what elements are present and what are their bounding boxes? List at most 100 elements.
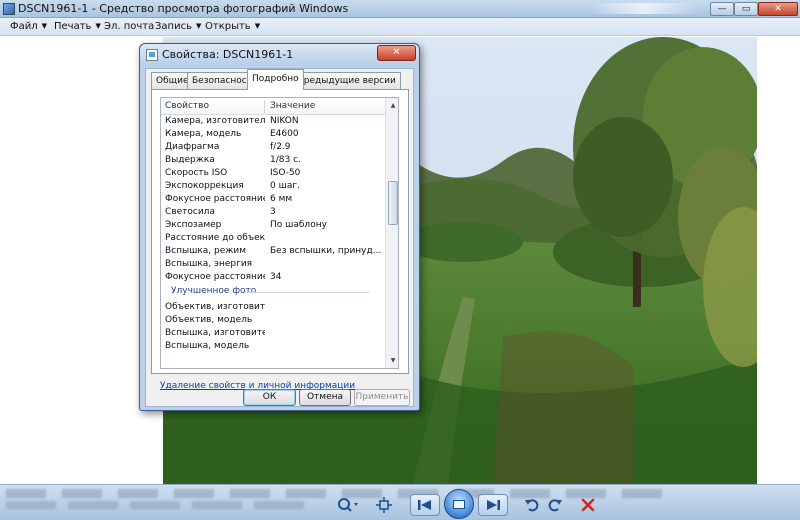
chevron-down-icon: ▼ [95,22,101,30]
ok-button[interactable]: ОК [243,389,296,406]
property-name: Вспышка, режим [165,246,247,256]
list-item[interactable]: Экспозамер По шаблону [161,219,385,232]
actual-size-button[interactable] [373,494,395,516]
property-value: 1/83 с. [270,155,301,165]
list-item[interactable]: Скорость ISO ISO-50 [161,167,385,180]
rotate-left-button[interactable] [522,494,542,516]
list-item[interactable]: Диафрагма f/2.9 [161,141,385,154]
menu-open[interactable]: Открыть ▼ [205,21,260,32]
group-header-enhanced-photo: Улучшенное фото [161,285,385,299]
property-name: Камера, модель [165,129,242,139]
list-item[interactable]: Фокусное расстояние 6 мм [161,193,385,206]
dialog-close-button[interactable]: ✕ [377,45,416,61]
property-value: 34 [270,272,282,282]
delete-button[interactable] [578,494,598,516]
group-label: Улучшенное фото [171,286,257,296]
rotate-right-icon [548,499,562,512]
column-property[interactable]: Свойство [165,101,209,111]
list-item[interactable]: Камера, модель E4600 [161,128,385,141]
photo-viewer-app-icon [3,3,15,15]
property-name: Диафрагма [165,142,220,152]
list-item[interactable]: Расстояние до объекта [161,232,385,245]
list-item[interactable]: Вспышка, режим Без вспышки, принуд... [161,245,385,258]
dialog-titlebar[interactable]: Свойства: DSCN1961-1 ✕ [140,44,419,66]
close-window-button[interactable]: ✕ [758,2,798,16]
list-item[interactable]: Выдержка 1/83 с. [161,154,385,167]
scroll-down-icon[interactable]: ▼ [387,354,398,367]
window-titlebar: DSCN1961-1 - Средство просмотра фотограф… [0,0,800,18]
property-name: Экспокоррекция [165,181,244,191]
property-name: Камера, изготовитель [165,116,265,126]
property-name: Выдержка [165,155,215,165]
property-value: По шаблону [270,220,327,230]
property-name: Вспышка, модель [165,341,250,351]
property-name: Объектив, изготовитель [165,302,265,312]
rotate-right-button[interactable] [545,494,565,516]
menu-email[interactable]: Эл. почта [104,21,154,32]
tab-details[interactable]: Подробно [247,69,304,90]
list-item[interactable]: Фокусное расстояние, э... 34 [161,271,385,284]
property-value: 0 шаг. [270,181,300,191]
property-value: NIKON [270,116,299,126]
zoom-icon [338,498,358,512]
property-name: Скорость ISO [165,168,228,178]
property-value: f/2.9 [270,142,291,152]
chevron-down-icon: ▼ [254,22,261,30]
menu-file-label: Файл [10,21,38,32]
properties-scrollbar[interactable]: ▲ ▼ [385,98,398,368]
maximize-button[interactable]: ▭ [734,2,758,16]
details-panel: Свойство Значение Камера, изготовитель NI… [151,89,409,374]
previous-button[interactable] [410,494,440,516]
menu-bar: Файл ▼ Печать ▼ Эл. почта Запись ▼ Открыть ▼ [0,18,800,36]
dialog-title: Свойства: DSCN1961-1 [162,48,294,61]
list-item[interactable]: Вспышка, энергия [161,258,385,271]
list-item[interactable]: Экспокоррекция 0 шаг. [161,180,385,193]
column-divider[interactable] [264,100,265,113]
properties-dialog: Свойства: DSCN1961-1 ✕ Общие Безопасност… [139,43,420,411]
property-name: Вспышка, энергия [165,259,253,269]
zoom-button[interactable] [334,494,362,516]
property-name: Фокусное расстояние [165,194,265,204]
menu-print-label: Печать [54,21,92,32]
minimize-button[interactable]: — [710,2,734,16]
apply-button[interactable]: Применить [354,389,410,406]
next-button[interactable] [478,494,508,516]
property-value: 6 мм [270,194,293,204]
properties-list[interactable]: Свойство Значение Камера, изготовитель NI… [160,97,399,369]
blurred-status-info-2 [6,501,306,509]
menu-burn[interactable]: Запись ▼ [155,21,201,32]
slideshow-icon [453,499,465,509]
property-value: Без вспышки, принуд... [270,246,382,256]
list-item[interactable]: Светосила 3 [161,206,385,219]
delete-icon [581,498,595,512]
next-icon [487,500,500,510]
menu-print[interactable]: Печать ▼ [54,21,101,32]
property-value: E4600 [270,129,299,139]
previous-icon [418,500,431,510]
scroll-up-icon[interactable]: ▲ [387,99,398,112]
menu-burn-label: Запись [155,21,192,32]
group-divider [245,292,369,293]
slideshow-button[interactable] [444,489,474,519]
tab-previous-versions[interactable]: Предыдущие версии [292,72,401,89]
property-name: Вспышка, изготовитель [165,328,265,338]
list-item[interactable]: Вспышка, изготовитель [161,327,385,340]
menu-file[interactable]: Файл ▼ [10,21,47,32]
property-value: 3 [270,207,276,217]
file-icon [146,49,158,61]
list-item[interactable]: Камера, изготовитель NIKON [161,115,385,128]
chevron-down-icon: ▼ [41,22,48,30]
list-item[interactable]: Объектив, модель [161,314,385,327]
list-item[interactable]: Вспышка, модель [161,340,385,353]
property-name: Фокусное расстояние, э... [165,272,265,282]
rotate-left-icon [525,499,539,512]
menu-open-label: Открыть [205,21,251,32]
window-title: DSCN1961-1 - Средство просмотра фотограф… [18,2,349,15]
column-value[interactable]: Значение [270,101,315,111]
cancel-button[interactable]: Отмена [299,389,351,406]
property-name: Экспозамер [165,220,222,230]
scrollbar-thumb[interactable] [388,181,398,226]
fit-icon [376,497,392,513]
list-item[interactable]: Объектив, изготовитель [161,301,385,314]
properties-header: Свойство Значение [161,98,385,115]
